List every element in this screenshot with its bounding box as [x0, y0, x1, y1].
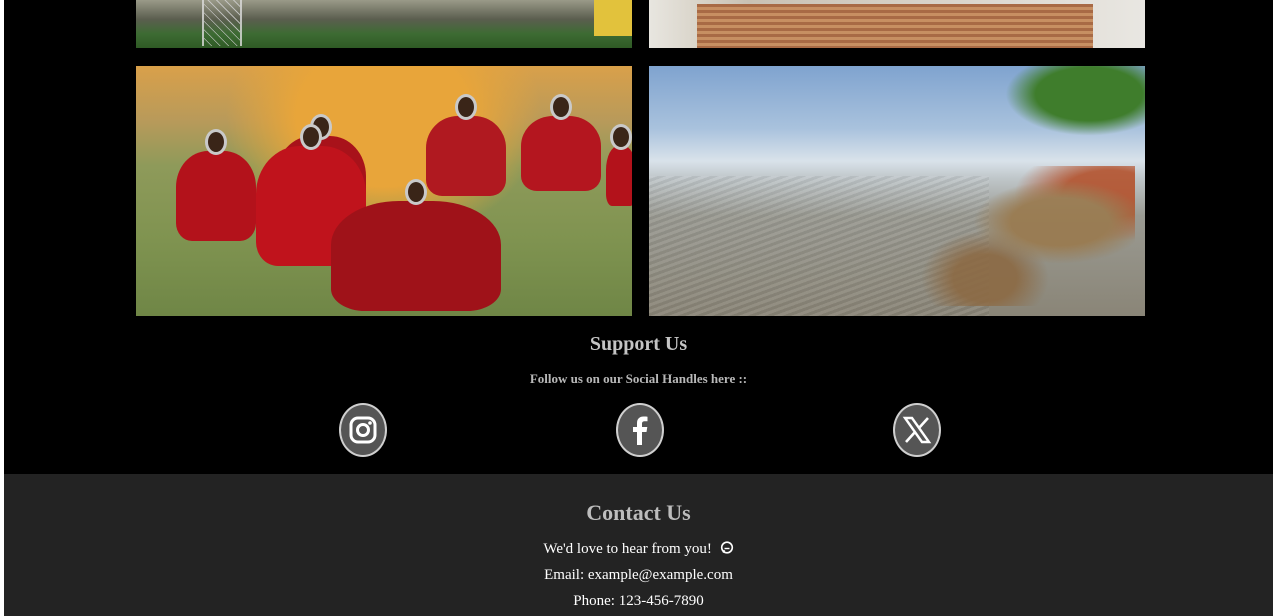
dancer-figure [426, 94, 506, 196]
contact-intro: We'd love to hear from you! [543, 541, 712, 557]
contact-email: Email: example@example.com [544, 567, 733, 583]
support-title: Support Us [589, 333, 688, 355]
photo-gallery [4, 0, 1273, 330]
support-subtitle: Follow us on our Social Handles here :: [529, 371, 748, 386]
facebook-link[interactable] [616, 403, 664, 457]
gallery-photo-steps [649, 0, 1145, 48]
contact-intro-line: We'd love to hear from you! [4, 541, 1273, 560]
dancer-figure [606, 124, 632, 206]
dancer-figure [176, 129, 256, 241]
gallery-photo-garden [136, 0, 632, 48]
facebook-icon [616, 403, 664, 457]
chat-bubble-icon [720, 541, 734, 560]
stairs-shape [697, 4, 1093, 48]
contact-section: Contact Us We'd love to hear from you! E… [4, 474, 1273, 616]
dancer-figure [521, 94, 601, 191]
dancer-figure [331, 179, 501, 311]
gallery-photo-beach [649, 66, 1145, 316]
gallery-photo-dancers [136, 66, 632, 316]
instagram-link[interactable] [339, 403, 387, 457]
instagram-icon [339, 403, 387, 457]
contact-title: Contact Us [586, 500, 691, 525]
x-link[interactable] [893, 403, 941, 457]
tower-shape [202, 0, 242, 46]
building-shape [594, 0, 632, 36]
contact-phone: Phone: 123-456-7890 [573, 593, 704, 609]
rocks-shape [885, 166, 1135, 306]
x-icon [893, 403, 941, 457]
page: Support Us Follow us on our Social Handl… [4, 0, 1273, 616]
tree-shape [1005, 66, 1145, 136]
